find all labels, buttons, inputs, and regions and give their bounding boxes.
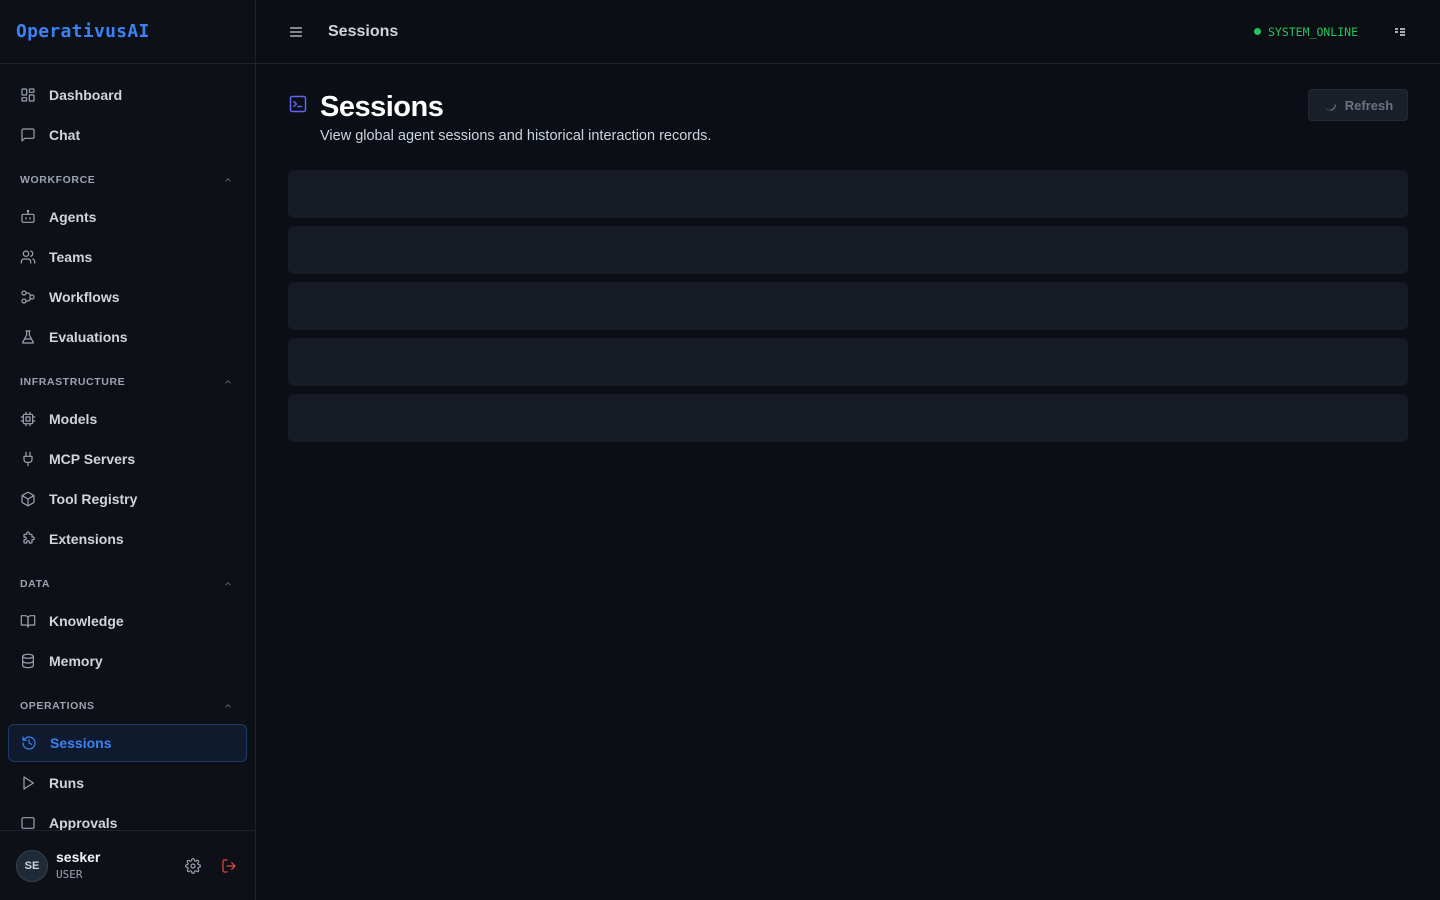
cpu-icon [20, 411, 36, 427]
skeleton-row [288, 170, 1408, 218]
title-row: Sessions View global agent sessions and … [288, 88, 711, 144]
gear-icon [185, 857, 201, 874]
skeleton-row [288, 394, 1408, 442]
page-header: Sessions View global agent sessions and … [288, 88, 1408, 144]
logout-button[interactable] [219, 856, 239, 876]
sidebar-item-label: Sessions [50, 735, 112, 751]
sidebar-item-label: MCP Servers [49, 451, 136, 467]
section-title: DATA [20, 578, 51, 590]
refresh-button[interactable]: Refresh [1308, 89, 1408, 121]
plug-icon [20, 451, 36, 467]
sidebar-item-label: Approvals [49, 815, 118, 830]
sidebar-item-label: Dashboard [49, 87, 123, 103]
sidebar-item-extensions[interactable]: Extensions [8, 520, 247, 558]
dashboard-icon [20, 87, 36, 103]
page-subtitle: View global agent sessions and historica… [320, 128, 712, 144]
approvals-icon [20, 815, 36, 830]
sidebar-nav: Dashboard Chat WORKFORCE Agents Teams Wo… [0, 64, 255, 830]
sidebar-item-label: Models [49, 411, 98, 427]
puzzle-icon [20, 531, 36, 547]
brand-logo[interactable]: OperativusAI [0, 0, 255, 64]
loading-spinner-icon [1325, 104, 1336, 111]
chat-icon [20, 127, 36, 143]
sidebar-item-mcp-servers[interactable]: MCP Servers [8, 440, 247, 478]
list-icon [1395, 27, 1405, 36]
avatar[interactable]: SE [16, 849, 48, 882]
sidebar-item-sessions[interactable]: Sessions [8, 724, 247, 762]
section-title: INFRASTRUCTURE [20, 376, 126, 388]
section-title: WORKFORCE [20, 174, 96, 186]
play-icon [20, 775, 36, 791]
sidebar-item-label: Evaluations [49, 329, 128, 345]
bot-icon [20, 209, 36, 225]
skeleton-row [288, 282, 1408, 330]
topbar: Sessions SYSTEM_ONLINE [256, 0, 1440, 64]
package-icon [20, 491, 36, 507]
status-dot-icon [1253, 28, 1261, 35]
section-header-workforce[interactable]: WORKFORCE [8, 170, 247, 190]
sidebar-item-workflows[interactable]: Workflows [8, 278, 247, 316]
skeleton-row [288, 226, 1408, 274]
sidebar-item-knowledge[interactable]: Knowledge [8, 602, 247, 640]
flask-icon [20, 329, 36, 345]
status-text: SYSTEM_ONLINE [1267, 24, 1358, 39]
sidebar-item-label: Teams [49, 249, 93, 265]
book-icon [20, 613, 36, 629]
sidebar-item-label: Memory [49, 653, 103, 669]
menu-icon [290, 26, 302, 37]
sidebar-item-runs[interactable]: Runs [8, 764, 247, 802]
section-header-operations[interactable]: OPERATIONS [8, 696, 247, 716]
sidebar-item-label: Knowledge [49, 613, 124, 629]
settings-button[interactable] [183, 856, 203, 876]
database-icon [20, 653, 36, 669]
panel-toggle-button[interactable] [1392, 24, 1408, 40]
section-header-infrastructure[interactable]: INFRASTRUCTURE [8, 372, 247, 392]
sidebar: OperativusAI Dashboard Chat WORKFORCE Ag… [0, 0, 256, 900]
logout-icon [222, 858, 236, 873]
sidebar-item-models[interactable]: Models [8, 400, 247, 438]
menu-toggle-button[interactable] [288, 24, 304, 40]
sidebar-item-dashboard[interactable]: Dashboard [8, 76, 247, 114]
chevron-up-icon [225, 178, 231, 182]
users-icon [20, 249, 36, 265]
page-content: Sessions View global agent sessions and … [256, 64, 1440, 474]
chevron-up-icon [225, 380, 231, 384]
status-badge: SYSTEM_ONLINE [1253, 24, 1358, 39]
sidebar-item-label: Tool Registry [49, 491, 138, 507]
user-role: USER [56, 867, 83, 881]
sidebar-item-label: Runs [49, 775, 84, 791]
sidebar-item-tool-registry[interactable]: Tool Registry [8, 480, 247, 518]
user-bar: SE sesker USER [0, 830, 255, 900]
chevron-up-icon [225, 704, 231, 708]
sidebar-item-teams[interactable]: Teams [8, 238, 247, 276]
sidebar-item-chat[interactable]: Chat [8, 116, 247, 154]
sidebar-item-approvals[interactable]: Approvals [8, 804, 247, 830]
sidebar-item-label: Agents [49, 209, 97, 225]
sidebar-item-agents[interactable]: Agents [8, 198, 247, 236]
sidebar-item-label: Chat [49, 127, 81, 143]
sessions-list-loading [288, 170, 1408, 442]
skeleton-row [288, 338, 1408, 386]
main: Sessions SYSTEM_ONLINE Sessions View glo… [256, 0, 1440, 900]
chevron-up-icon [225, 582, 231, 586]
workflow-icon [20, 289, 36, 305]
section-title: OPERATIONS [20, 700, 95, 712]
sidebar-item-memory[interactable]: Memory [8, 642, 247, 680]
sidebar-item-evaluations[interactable]: Evaluations [8, 318, 247, 356]
topbar-title: Sessions [328, 22, 399, 40]
history-icon [21, 735, 37, 751]
user-name: sesker [56, 848, 101, 865]
sidebar-item-label: Workflows [49, 289, 120, 305]
sidebar-item-label: Extensions [49, 531, 124, 547]
refresh-label: Refresh [1344, 97, 1394, 113]
section-header-data[interactable]: DATA [8, 574, 247, 594]
terminal-icon [288, 94, 308, 114]
user-info: sesker USER [56, 849, 167, 883]
page-title: Sessions [320, 91, 444, 123]
